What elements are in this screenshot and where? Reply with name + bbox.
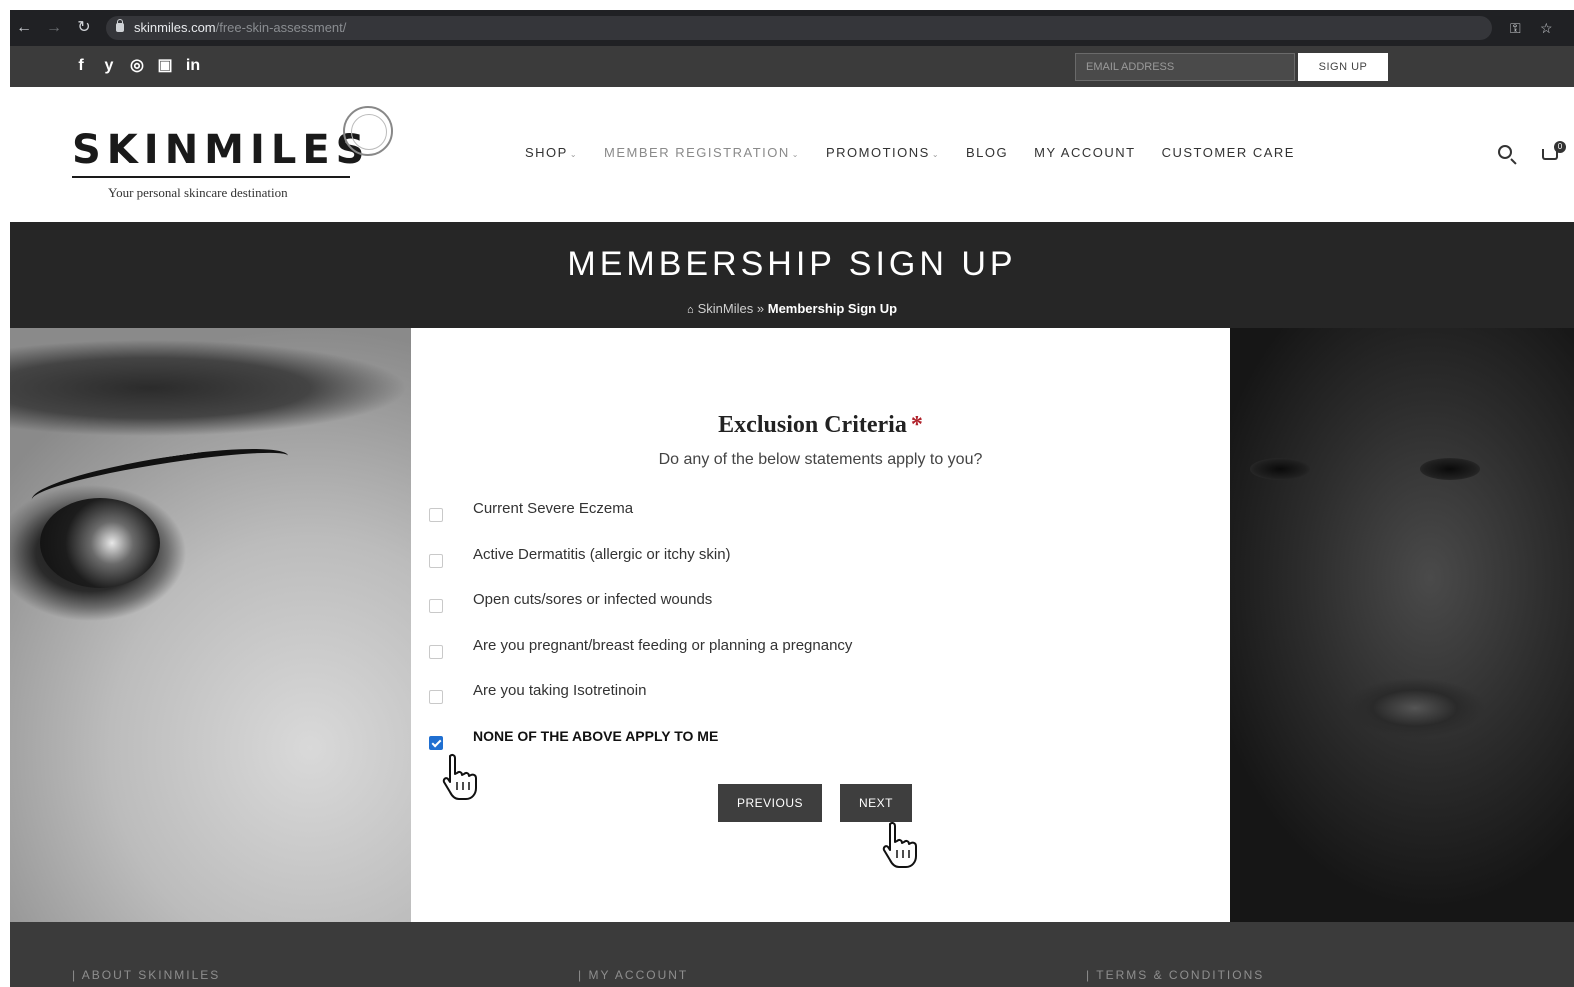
logo[interactable]: SKINMILES: [72, 127, 370, 173]
option-label[interactable]: Are you taking Isotretinoin: [473, 682, 646, 699]
youtube-icon[interactable]: ▣: [156, 56, 174, 76]
address-bar[interactable]: skinmiles.com/free-skin-assessment/: [106, 16, 1492, 40]
top-bar: f y ◎ ▣ in SIGN UP: [10, 46, 1574, 87]
nav-my-account[interactable]: MY ACCOUNT: [1034, 145, 1135, 160]
nav-member-registration[interactable]: MEMBER REGISTRATION ⌄: [604, 145, 800, 160]
logo-seal-icon: [343, 106, 393, 156]
option-label[interactable]: Are you pregnant/breast feeding or plann…: [473, 637, 852, 654]
home-icon[interactable]: ⌂: [687, 304, 694, 316]
social-links: f y ◎ ▣ in: [72, 56, 202, 76]
left-eye-photo: [10, 328, 411, 922]
instagram-icon[interactable]: ◎: [128, 56, 146, 76]
tagline: Your personal skincare destination: [108, 185, 288, 200]
photo-eye-shape: [1420, 458, 1480, 480]
previous-button[interactable]: PREVIOUS: [718, 784, 822, 822]
back-arrow-icon[interactable]: ←: [14, 18, 34, 38]
key-icon[interactable]: ⚿: [1510, 19, 1521, 37]
option-checkbox[interactable]: [429, 644, 443, 659]
search-lens: [1498, 145, 1512, 159]
form-title: Exclusion Criteria *: [718, 412, 923, 438]
hand-cursor-icon: [882, 821, 917, 868]
cart-count-badge: 0: [1554, 141, 1566, 153]
logo-underline: [72, 176, 350, 178]
form-subtitle: Do any of the below statements apply to …: [658, 451, 983, 468]
cart-icon[interactable]: 0: [1540, 141, 1566, 167]
nav-customer-care[interactable]: CUSTOMER CARE: [1162, 145, 1295, 160]
option-checkbox[interactable]: [429, 553, 443, 568]
hand-cursor-icon: [442, 753, 477, 800]
option-row: Current Severe Eczema: [429, 498, 1129, 544]
reload-icon[interactable]: ↻: [74, 18, 94, 38]
page: ← → ↻ skinmiles.com/free-skin-assessment…: [10, 10, 1574, 987]
bookmark-star-icon[interactable]: ☆: [1540, 19, 1553, 37]
option-row: Are you pregnant/breast feeding or plann…: [429, 635, 1129, 681]
next-button[interactable]: NEXT: [840, 784, 912, 822]
required-mark: *: [910, 412, 923, 438]
chevron-down-icon: ⌄: [791, 150, 800, 159]
search-icon[interactable]: [1496, 143, 1518, 165]
nav-promotions[interactable]: PROMOTIONS ⌄: [826, 145, 940, 160]
option-row: Active Dermatitis (allergic or itchy ski…: [429, 544, 1129, 590]
page-banner: MEMBERSHIP SIGN UP ⌂ SkinMiles » Membersh…: [10, 222, 1574, 328]
page-title: MEMBERSHIP SIGN UP: [567, 245, 1017, 283]
linkedin-icon[interactable]: in: [184, 56, 202, 76]
option-row: NONE OF THE ABOVE APPLY TO ME: [429, 726, 1129, 772]
option-checkbox[interactable]: [429, 690, 443, 705]
breadcrumb-home[interactable]: SkinMiles: [698, 301, 754, 316]
exclusion-form: Exclusion Criteria * Do any of the below …: [411, 328, 1230, 922]
chevron-down-icon: ⌄: [569, 150, 579, 159]
photo-eye-shape: [1250, 458, 1310, 480]
option-checkbox[interactable]: [429, 508, 443, 522]
option-row: Open cuts/sores or infected wounds: [429, 589, 1129, 635]
forward-arrow-icon[interactable]: →: [44, 18, 64, 38]
newsletter-signup-button[interactable]: SIGN UP: [1298, 53, 1388, 81]
photo-iris-shape: [40, 498, 160, 588]
site-footer: | ABOUT SKINMILES | MY ACCOUNT | TERMS &…: [10, 922, 1574, 987]
breadcrumb-separator: »: [756, 301, 765, 316]
exclusion-options: Current Severe Eczema Active Dermatitis …: [429, 498, 1129, 772]
option-label[interactable]: Current Severe Eczema: [473, 500, 633, 517]
newsletter-email-input[interactable]: [1075, 53, 1295, 81]
breadcrumb: ⌂ SkinMiles » Membership Sign Up: [10, 301, 1574, 316]
browser-toolbar: ← → ↻ skinmiles.com/free-skin-assessment…: [10, 10, 1574, 46]
url-text: skinmiles.com/free-skin-assessment/: [134, 20, 347, 35]
option-label[interactable]: Open cuts/sores or infected wounds: [473, 591, 712, 608]
option-checkbox[interactable]: [429, 599, 443, 614]
option-checkbox-checked[interactable]: [429, 735, 443, 750]
footer-heading-about: | ABOUT SKINMILES: [72, 968, 221, 982]
breadcrumb-current: Membership Sign Up: [767, 301, 898, 316]
footer-heading-account: | MY ACCOUNT: [578, 968, 689, 982]
nav-shop[interactable]: SHOP ⌄: [525, 145, 578, 160]
option-label[interactable]: NONE OF THE ABOVE APPLY TO ME: [473, 728, 718, 744]
main-nav: SHOP ⌄ MEMBER REGISTRATION ⌄ PROMOTIONS ⌄ B…: [525, 145, 1321, 160]
search-handle: [1510, 158, 1517, 165]
nav-blog[interactable]: BLOG: [966, 145, 1008, 160]
twitter-icon[interactable]: y: [100, 56, 118, 76]
right-face-photo: [1230, 328, 1574, 922]
footer-heading-terms: | TERMS & CONDITIONS: [1086, 968, 1265, 982]
lock-icon: [116, 19, 124, 32]
chevron-down-icon: ⌄: [931, 150, 941, 159]
facebook-icon[interactable]: f: [72, 56, 90, 76]
site-header: SKINMILES Your personal skincare destina…: [10, 87, 1574, 222]
option-label[interactable]: Active Dermatitis (allergic or itchy ski…: [473, 546, 731, 563]
option-row: Are you taking Isotretinoin: [429, 680, 1129, 726]
